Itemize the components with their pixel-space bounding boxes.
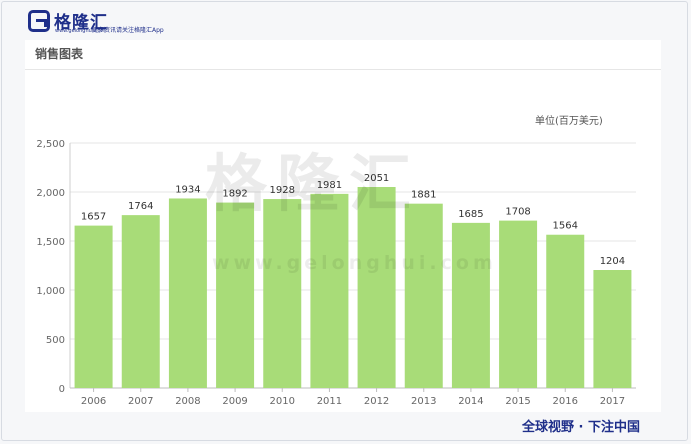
bar-2014: [451, 222, 490, 388]
x-tick-label-2009: 2009: [222, 396, 247, 407]
bar-2013: [404, 203, 443, 388]
data-label-2017: 1204: [600, 256, 625, 267]
y-tick-label: 2,500: [36, 139, 65, 150]
watermark-url: www.gelonghui.com: [212, 252, 497, 274]
x-tick-label-2006: 2006: [81, 396, 106, 407]
y-tick-label: 1,000: [36, 286, 65, 297]
x-tick-label-2017: 2017: [600, 396, 625, 407]
watermark-text: 格隆汇: [205, 147, 422, 220]
y-tick-label: 500: [46, 335, 65, 346]
x-tick-label-2016: 2016: [553, 396, 578, 407]
data-label-2016: 1564: [553, 221, 578, 232]
data-label-2006: 1657: [81, 212, 106, 223]
bar-2009: [216, 202, 255, 388]
bar-2016: [546, 234, 585, 388]
x-tick-label-2007: 2007: [128, 396, 153, 407]
y-tick-label: 1,500: [36, 237, 65, 248]
bar-2010: [263, 199, 302, 388]
data-label-2015: 1708: [505, 207, 530, 218]
bar-2017: [593, 270, 632, 388]
x-tick-label-2015: 2015: [505, 396, 530, 407]
x-tick-label-2011: 2011: [317, 396, 342, 407]
bar-2006: [74, 225, 113, 388]
y-tick-label: 0: [59, 384, 65, 395]
y-tick-label: 2,000: [36, 188, 65, 199]
x-tick-label-2012: 2012: [364, 396, 389, 407]
bar-2007: [121, 215, 160, 388]
x-tick-label-2013: 2013: [411, 396, 436, 407]
x-tick-label-2010: 2010: [270, 396, 295, 407]
footer-slogan: 全球视野 · 下注中国: [522, 420, 640, 435]
data-label-2014: 1685: [458, 209, 483, 220]
x-tick-label-2008: 2008: [175, 396, 200, 407]
bar-2008: [168, 198, 207, 388]
data-label-2008: 1934: [175, 184, 200, 195]
bar-2015: [499, 220, 538, 388]
data-label-2007: 1764: [128, 201, 153, 212]
x-tick-label-2014: 2014: [458, 396, 483, 407]
